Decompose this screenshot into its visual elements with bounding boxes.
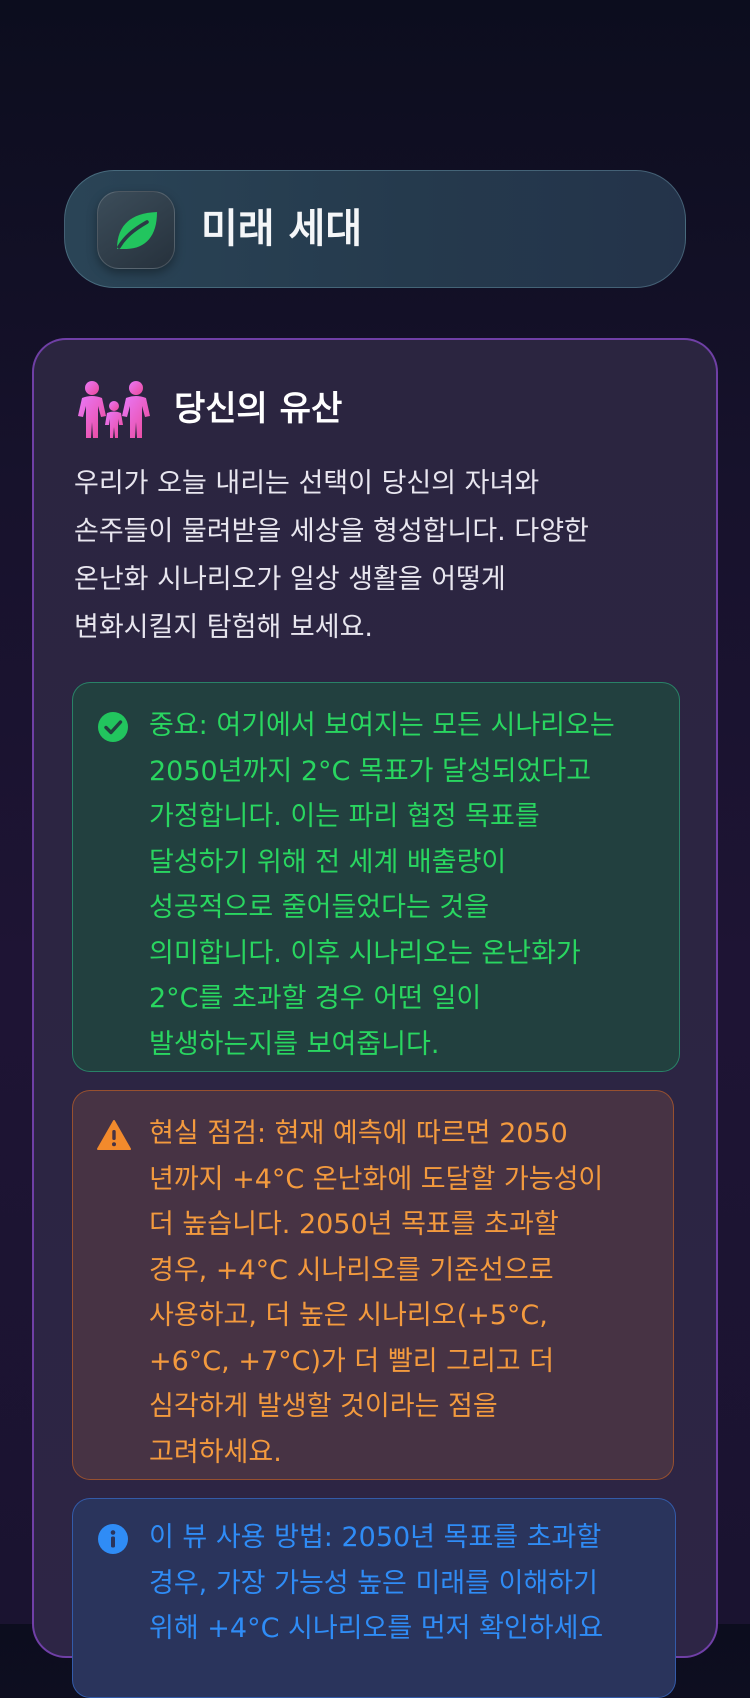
notice-line: 의미합니다. 이후 시나리오는 온난화가 bbox=[149, 937, 581, 969]
important-notice-text: 중요: 여기에서 보여지는 모든 시나리오는 2050년까지 2°C 목표가 달… bbox=[149, 703, 615, 1067]
notice-line: 년까지 +4°C 온난화에 도달할 가능성이 bbox=[149, 1163, 604, 1195]
notice-line: 현실 점검: 현재 예측에 따르면 2050 bbox=[149, 1118, 568, 1149]
notice-line: 이 뷰 사용 방법: 2050년 목표를 초과할 bbox=[149, 1522, 602, 1553]
reality-check-text: 현실 점검: 현재 예측에 따르면 2050 년까지 +4°C 온난화에 도달할… bbox=[149, 1111, 603, 1475]
reality-check-notice: 현실 점검: 현재 예측에 따르면 2050 년까지 +4°C 온난화에 도달할… bbox=[72, 1090, 674, 1480]
notice-line: 달성하기 위해 전 세계 배출량이 bbox=[149, 846, 507, 878]
description-line: 온난화 시나리오가 일상 생활을 어떻게 bbox=[74, 564, 506, 595]
notice-line: 가정합니다. 이는 파리 협정 목표를 bbox=[149, 801, 540, 832]
card-title: 당신의 유산 bbox=[174, 389, 343, 429]
app-title: 미래 세대 bbox=[201, 206, 363, 252]
notice-line: 심각하게 발생할 것이라는 점을 bbox=[149, 1391, 498, 1422]
notice-line: 위해 +4°C 시나리오를 먼저 확인하세요 bbox=[149, 1613, 604, 1644]
legacy-card: 당신의 유산 우리가 오늘 내리는 선택이 당신의 자녀와 손주들이 물려받을 … bbox=[32, 338, 718, 1698]
how-to-use-text: 이 뷰 사용 방법: 2050년 목표를 초과할 경우, 가장 가능성 높은 미… bbox=[149, 1515, 603, 1652]
notice-line: +6°C, +7°C)가 더 빨리 그리고 더 bbox=[149, 1345, 555, 1377]
notice-line: 2°C를 초과할 경우 어떤 일이 bbox=[149, 983, 482, 1014]
notice-line: 경우, +4°C 시나리오를 기준선으로 bbox=[149, 1254, 554, 1286]
notice-line: 사용하고, 더 높은 시나리오(+5°C, bbox=[149, 1300, 548, 1331]
warning-icon bbox=[97, 1120, 131, 1150]
info-icon bbox=[98, 1524, 128, 1554]
notice-line: 발생하는지를 보여줍니다. bbox=[149, 1028, 440, 1060]
notice-line: 2050년까지 2°C 목표가 달성되었다고 bbox=[149, 755, 592, 787]
leaf-icon bbox=[117, 212, 157, 249]
check-circle-icon bbox=[98, 712, 128, 742]
description-line: 변화시킬지 탐험해 보세요. bbox=[74, 612, 373, 643]
app-header: 미래 세대 bbox=[64, 170, 686, 288]
family-icon bbox=[78, 381, 150, 438]
how-to-use-notice: 이 뷰 사용 방법: 2050년 목표를 초과할 경우, 가장 가능성 높은 미… bbox=[72, 1498, 676, 1698]
notice-line: 경우, 가장 가능성 높은 미래를 이해하기 bbox=[149, 1567, 598, 1599]
description-line: 우리가 오늘 내리는 선택이 당신의 자녀와 bbox=[74, 468, 540, 499]
app-logo bbox=[97, 191, 175, 269]
description-line: 손주들이 물려받을 세상을 형성합니다. 다양한 bbox=[74, 516, 589, 547]
card-description: 우리가 오늘 내리는 선택이 당신의 자녀와 손주들이 물려받을 세상을 형성합… bbox=[74, 460, 684, 652]
important-notice: 중요: 여기에서 보여지는 모든 시나리오는 2050년까지 2°C 목표가 달… bbox=[72, 682, 680, 1072]
notice-line: 중요: 여기에서 보여지는 모든 시나리오는 bbox=[149, 710, 615, 741]
notice-line: 성공적으로 줄어들었다는 것을 bbox=[149, 892, 490, 923]
notice-line: 고려하세요. bbox=[149, 1436, 282, 1468]
notice-line: 더 높습니다. 2050년 목표를 초과할 bbox=[149, 1209, 559, 1240]
